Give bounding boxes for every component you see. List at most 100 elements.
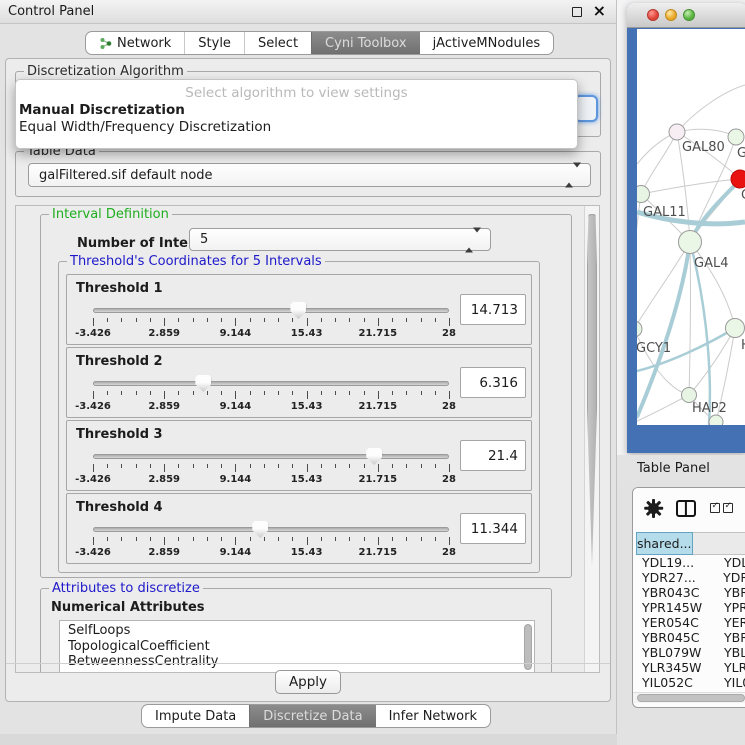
tab-style[interactable]: Style — [184, 32, 244, 54]
cell-name[interactable]: YLR3 — [714, 660, 745, 675]
algorithm-placeholder-option[interactable]: Select algorithm to view settings — [16, 85, 577, 102]
tab-cyni-toolbox[interactable]: Cyni Toolbox — [311, 32, 420, 54]
number-of-intervals-combobox[interactable]: 5 — [189, 228, 491, 251]
threshold-slider[interactable]: -3.4262.8599.14415.4321.71528 — [93, 451, 449, 489]
attribute-list-item[interactable]: TopologicalCoefficient — [60, 639, 534, 655]
threshold-slider[interactable]: -3.4262.8599.14415.4321.71528 — [93, 378, 449, 416]
algorithm-option-equal-width[interactable]: Equal Width/Frequency Discretization — [16, 119, 577, 136]
interval-definition-group: Interval Definition Number of Intervals … — [40, 214, 572, 578]
cell-shared-name[interactable]: YPR145W — [636, 600, 714, 615]
tab-select[interactable]: Select — [244, 32, 311, 54]
network-canvas[interactable]: GAL80GACGAL11GAL4GCY1HHAP2 — [637, 29, 745, 425]
cell-name[interactable]: YER0 — [714, 615, 745, 630]
network-node-h[interactable] — [726, 319, 745, 338]
threshold-slider[interactable]: -3.4262.8599.14415.4321.71528 — [93, 305, 449, 343]
slider-track[interactable] — [93, 308, 449, 313]
slider-thumb[interactable] — [366, 448, 382, 465]
tab-network[interactable]: Network — [86, 32, 184, 54]
cell-name[interactable]: YPR1 — [714, 600, 745, 615]
cell-name[interactable]: YDL1 — [714, 555, 745, 570]
zoom-traffic-light-icon[interactable] — [683, 9, 695, 21]
tick-label: 15.43 — [291, 328, 323, 339]
network-node-gal4[interactable] — [679, 231, 702, 254]
slider-thumb[interactable] — [252, 521, 268, 538]
tick-mark — [107, 318, 108, 322]
network-node-gal80[interactable] — [669, 124, 685, 140]
tab-jactivemnodules[interactable]: jActiveMNodules — [420, 32, 554, 54]
tick-mark — [435, 464, 436, 468]
close-traffic-light-icon[interactable] — [647, 9, 659, 21]
tick-mark — [235, 391, 236, 399]
cell-shared-name[interactable]: YBL079W — [636, 645, 714, 660]
columns-icon[interactable] — [676, 500, 696, 517]
network-window-titlebar[interactable] — [627, 3, 745, 28]
network-node-c[interactable] — [731, 170, 745, 188]
cell-name[interactable]: YBR0 — [714, 585, 745, 600]
tick-mark — [406, 318, 407, 322]
table-row[interactable]: YBR045CYBR0 — [636, 630, 745, 645]
table-row[interactable]: YPR145WYPR1 — [636, 600, 745, 615]
apply-button[interactable]: Apply — [275, 670, 341, 694]
table-row[interactable]: YER054CYER0 — [636, 615, 745, 630]
table-row[interactable]: YBR043CYBR0 — [636, 585, 745, 600]
table-row[interactable]: YDR27...YDR2 — [636, 570, 745, 585]
table-row[interactable]: YIL052CYIL0 — [636, 675, 745, 689]
tick-mark — [321, 537, 322, 541]
cell-shared-name[interactable]: YDR27... — [636, 570, 713, 585]
scrollbar-thumb[interactable] — [637, 694, 745, 702]
cell-shared-name[interactable]: YBR043C — [636, 585, 714, 600]
tab-discretize-data[interactable]: Discretize Data — [249, 705, 375, 727]
settings-scroll-area: Interval Definition Number of Intervals … — [15, 205, 600, 673]
table-data-combobox[interactable]: galFiltered.sif default node — [28, 163, 591, 187]
tick-mark — [349, 464, 350, 468]
tab-label: Impute Data — [155, 709, 236, 724]
cell-name[interactable]: YBL0 — [714, 645, 745, 660]
tick-label: 21.715 — [359, 401, 398, 412]
scrollbar-thumb[interactable] — [587, 214, 597, 566]
table-row[interactable]: YBL079WYBL0 — [636, 645, 745, 660]
threshold-value-field[interactable]: 11.344 — [460, 513, 526, 544]
algorithm-option-manual[interactable]: Manual Discretization — [16, 102, 577, 119]
network-node-gcy1[interactable] — [637, 321, 642, 337]
numerical-attributes-label: Numerical Attributes — [51, 600, 205, 615]
cell-name[interactable]: YDR2 — [713, 570, 745, 585]
attribute-list-item[interactable]: SelfLoops — [60, 623, 534, 639]
threshold-value-field[interactable]: 21.4 — [460, 440, 526, 471]
tab-impute-data[interactable]: Impute Data — [142, 705, 249, 727]
cell-shared-name[interactable]: YDL19... — [636, 555, 714, 570]
tick-mark — [406, 464, 407, 468]
minimize-traffic-light-icon[interactable] — [665, 9, 677, 21]
checkbox-icon[interactable] — [710, 503, 720, 513]
table-row[interactable]: YDL19...YDL1 — [636, 555, 745, 570]
slider-track[interactable] — [93, 454, 449, 459]
select-columns-icons[interactable] — [710, 503, 733, 513]
slider-track[interactable] — [93, 381, 449, 386]
threshold-slider[interactable]: -3.4262.8599.14415.4321.71528 — [93, 524, 449, 562]
column-header-name[interactable]: na — [693, 532, 745, 555]
tab-infer-network[interactable]: Infer Network — [376, 705, 490, 727]
slider-thumb[interactable] — [195, 375, 211, 392]
float-window-icon[interactable] — [572, 7, 582, 17]
cell-shared-name[interactable]: YLR345W — [636, 660, 714, 675]
threshold-value-field[interactable]: 14.713 — [460, 294, 526, 325]
threshold-panel: Threshold 1 -3.4262.8599.14415.4321.7152… — [66, 274, 532, 345]
tick-mark — [164, 537, 165, 545]
slider-track[interactable] — [93, 527, 449, 532]
slider-thumb[interactable] — [290, 302, 306, 319]
gear-icon[interactable] — [645, 500, 662, 517]
network-node-gal11[interactable] — [637, 186, 650, 203]
cell-shared-name[interactable]: YBR045C — [636, 630, 714, 645]
cell-name[interactable]: YIL0 — [714, 675, 745, 689]
cell-name[interactable]: YBR0 — [714, 630, 745, 645]
threshold-value-field[interactable]: 6.316 — [460, 367, 526, 398]
network-node[interactable] — [709, 415, 723, 425]
tick-label: 28 — [442, 547, 456, 558]
close-icon[interactable]: × — [593, 1, 606, 20]
network-node-ga[interactable] — [728, 129, 744, 145]
checkbox-icon[interactable] — [723, 503, 733, 513]
tick-mark — [121, 318, 122, 322]
cell-shared-name[interactable]: YER054C — [636, 615, 714, 630]
cell-shared-name[interactable]: YIL052C — [636, 675, 714, 689]
column-header-shared-name[interactable]: shared... — [636, 532, 693, 555]
table-row[interactable]: YLR345WYLR3 — [636, 660, 745, 675]
